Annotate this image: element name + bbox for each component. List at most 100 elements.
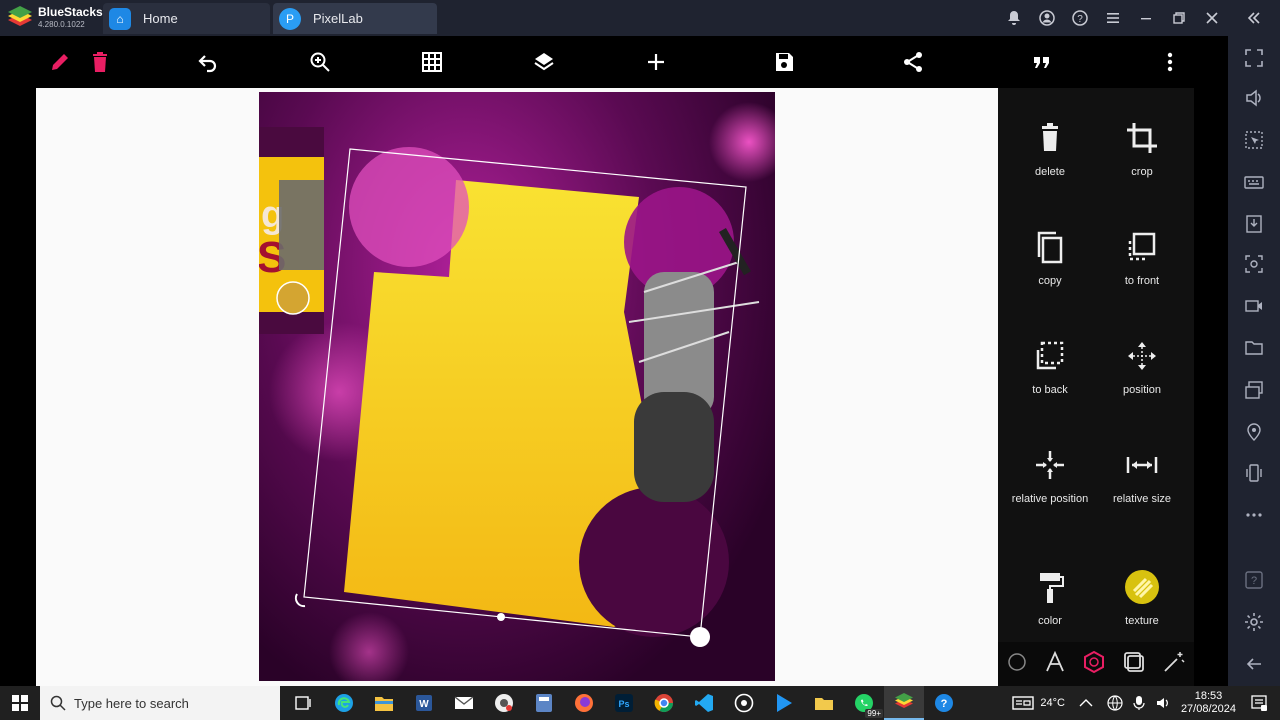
clock[interactable]: 18:53 27/08/2024: [1181, 690, 1236, 716]
relative-size-button[interactable]: relative size: [1096, 445, 1188, 505]
volume-icon[interactable]: [1240, 84, 1268, 112]
crop-button[interactable]: crop: [1096, 118, 1188, 178]
settings-gear-icon[interactable]: [1240, 608, 1268, 636]
share-icon[interactable]: [897, 46, 929, 78]
resize-handle[interactable]: [690, 627, 710, 647]
word-icon[interactable]: W: [404, 686, 444, 720]
account-icon[interactable]: [1030, 0, 1063, 36]
task-view-icon[interactable]: [284, 686, 324, 720]
delete-button[interactable]: delete: [1004, 118, 1096, 178]
file-explorer-icon[interactable]: [364, 686, 404, 720]
network-globe-icon[interactable]: [1107, 695, 1123, 711]
multi-instance-icon[interactable]: [1240, 376, 1268, 404]
notification-center-icon[interactable]: [1250, 694, 1268, 712]
relative-position-label: relative position: [1011, 493, 1089, 505]
quote-icon[interactable]: [1026, 46, 1058, 78]
help-box-icon[interactable]: ?: [1240, 566, 1268, 594]
vscode-icon[interactable]: [684, 686, 724, 720]
edit-pencil-icon[interactable]: [44, 46, 76, 78]
windows-start-icon[interactable]: [0, 686, 40, 720]
bluestacks-taskbar-icon[interactable]: [884, 686, 924, 720]
tab-home[interactable]: ⌂ Home: [103, 3, 270, 34]
trash-icon[interactable]: [84, 46, 116, 78]
more-vert-icon[interactable]: [1154, 46, 1186, 78]
to-front-button[interactable]: to front: [1096, 227, 1188, 287]
chevron-up-icon[interactable]: [1079, 698, 1093, 708]
mail-icon[interactable]: [444, 686, 484, 720]
temperature[interactable]: 24°C: [1040, 697, 1065, 709]
effects-wand-icon[interactable]: [1162, 650, 1186, 679]
selection-edge-handle[interactable]: [497, 613, 505, 621]
bluestacks-logo-icon: [8, 6, 32, 26]
save-icon[interactable]: [768, 46, 800, 78]
undo-icon[interactable]: [192, 46, 224, 78]
position-button[interactable]: position: [1096, 336, 1188, 396]
relative-position-button[interactable]: relative position: [1004, 445, 1096, 505]
screenshot-icon[interactable]: [1240, 250, 1268, 278]
left-card-thumbnail[interactable]: g S: [259, 127, 324, 334]
add-icon[interactable]: [640, 46, 672, 78]
notification-bell-icon[interactable]: [997, 0, 1030, 36]
taskbar-search-box[interactable]: Type here to search: [40, 686, 280, 720]
to-front-label: to front: [1124, 275, 1160, 287]
design-canvas[interactable]: g S: [259, 92, 775, 681]
speaker-icon[interactable]: [1155, 695, 1171, 711]
text-tool-icon[interactable]: [1044, 650, 1066, 678]
keyboard-icon[interactable]: [1240, 168, 1268, 196]
minimize-icon[interactable]: [1129, 0, 1162, 36]
microphone-tray-icon[interactable]: [1133, 695, 1145, 711]
to-back-button[interactable]: to back: [1004, 336, 1096, 396]
help-globe-icon[interactable]: ?: [924, 686, 964, 720]
folder-yellow-icon[interactable]: [804, 686, 844, 720]
photoshop-icon[interactable]: Ps: [604, 686, 644, 720]
restore-icon[interactable]: [1162, 0, 1195, 36]
layers-icon[interactable]: [528, 46, 560, 78]
editor-toolbar: [36, 36, 1194, 88]
windows-taskbar: Type here to search W Ps 99+ ? 24°C 18:5…: [0, 686, 1280, 720]
more-horizontal-icon[interactable]: [1240, 501, 1268, 529]
folder-icon[interactable]: [1240, 334, 1268, 362]
crop-icon: [1096, 118, 1188, 158]
canvas-area[interactable]: g S: [36, 88, 998, 686]
calculator-icon[interactable]: [524, 686, 564, 720]
news-weather-icon[interactable]: [1012, 695, 1035, 711]
bottom-tool-bar: [998, 642, 1194, 686]
menu-icon[interactable]: [1096, 0, 1129, 36]
collapse-sidebar-icon[interactable]: [1228, 0, 1280, 36]
pixellab-app-icon: P: [279, 7, 301, 30]
clock-time: 18:53: [1194, 690, 1223, 702]
copy-button[interactable]: copy: [1004, 227, 1096, 287]
obs-icon[interactable]: [724, 686, 764, 720]
paint-roller-icon: [1004, 567, 1096, 607]
bluestacks-name: BlueStacks: [38, 5, 103, 19]
close-icon[interactable]: [1195, 0, 1228, 36]
location-pin-icon[interactable]: [1240, 418, 1268, 446]
record-video-icon[interactable]: [1240, 292, 1268, 320]
firefox-icon[interactable]: [564, 686, 604, 720]
search-placeholder: Type here to search: [74, 695, 189, 711]
relative-size-icon: [1096, 445, 1188, 485]
chrome-dev-icon[interactable]: [484, 686, 524, 720]
svg-text:?: ?: [1251, 575, 1257, 587]
zoom-icon[interactable]: [304, 46, 336, 78]
texture-button[interactable]: texture: [1096, 567, 1188, 627]
back-arrow-icon[interactable]: [1240, 650, 1268, 678]
grid-icon[interactable]: [416, 46, 448, 78]
color-button[interactable]: color: [1004, 567, 1096, 627]
polygon-tool-icon[interactable]: [1082, 650, 1106, 679]
fullscreen-icon[interactable]: [1240, 44, 1268, 72]
shake-icon[interactable]: [1240, 459, 1268, 487]
shape-tool-icon[interactable]: [1006, 651, 1028, 678]
image-tool-icon[interactable]: [1122, 650, 1146, 679]
select-cursor-icon[interactable]: [1240, 126, 1268, 154]
chrome-icon[interactable]: [644, 686, 684, 720]
whatsapp-icon[interactable]: 99+: [844, 686, 884, 720]
tab-home-label: Home: [143, 11, 178, 26]
play-store-icon[interactable]: [764, 686, 804, 720]
help-icon[interactable]: ?: [1063, 0, 1096, 36]
svg-text:?: ?: [1077, 14, 1083, 25]
tab-pixellab[interactable]: P PixelLab: [273, 3, 437, 34]
pixellab-app: g S delete crop copy to front to back po…: [36, 36, 1194, 686]
install-apk-icon[interactable]: [1240, 210, 1268, 238]
edge-browser-icon[interactable]: [324, 686, 364, 720]
